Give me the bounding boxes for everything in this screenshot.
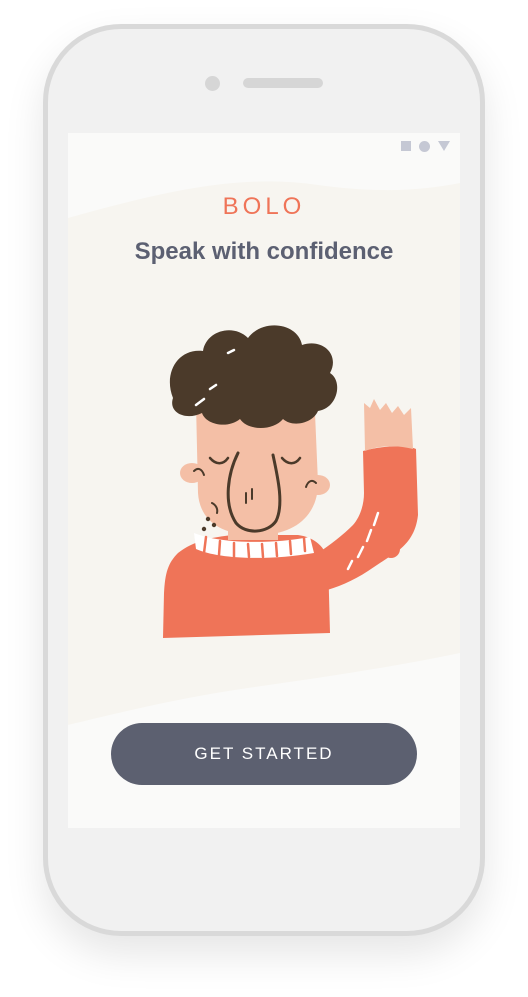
- phone-screen: BOLO Speak with confidence GET STARTED: [68, 133, 460, 828]
- get-started-button[interactable]: GET STARTED: [111, 723, 417, 785]
- stage: BOLO Speak with confidence GET STARTED: [0, 0, 528, 997]
- speaker-grille: [243, 78, 323, 88]
- camera-icon: [205, 76, 220, 91]
